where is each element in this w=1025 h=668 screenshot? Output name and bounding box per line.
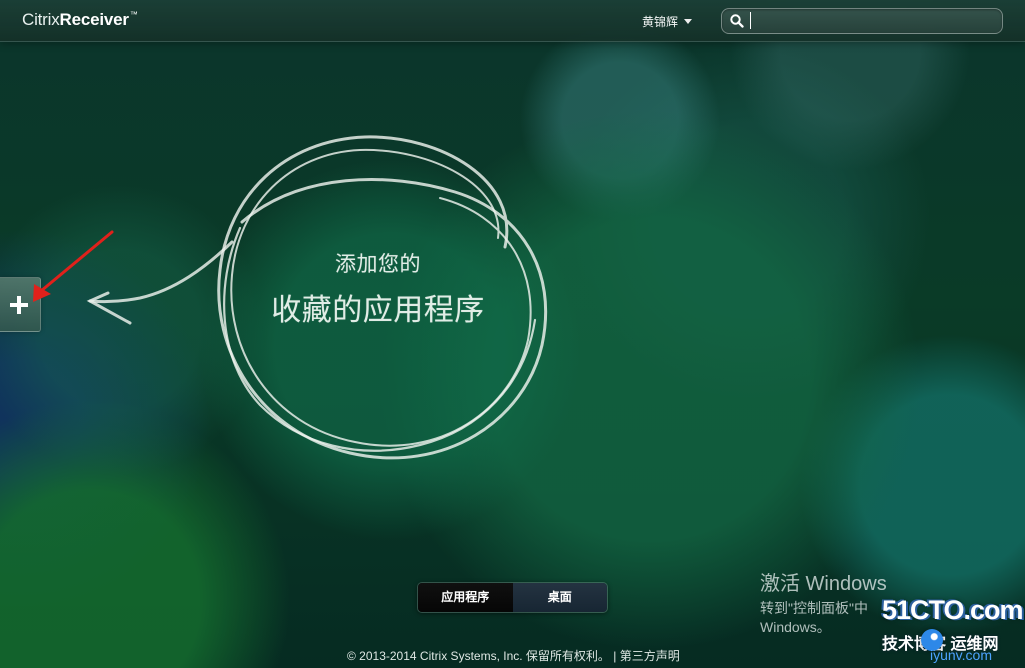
footer-separator: | [613, 649, 617, 663]
brand-citrix: Citrix [22, 10, 60, 29]
plus-icon [10, 296, 28, 314]
chevron-down-icon [684, 19, 693, 24]
watermark-main: 51CTO.com [882, 595, 1024, 625]
user-name: 黄锦辉 [642, 15, 679, 29]
site-watermark: 51CTO.com 技术博客 运维网 iyunv.com [882, 595, 1024, 665]
activation-line-2: 转到"控制面板"中 [760, 600, 868, 616]
app-logo: CitrixReceiver™ [22, 10, 138, 30]
brand-receiver: Receiver [59, 10, 129, 29]
windows-activation-notice: 激活 Windows 转到"控制面板"中 Windows。 [760, 573, 887, 636]
footer: © 2013-2014 Citrix Systems, Inc. 保留所有权利。… [347, 647, 680, 664]
tab-apps[interactable]: 应用程序 [418, 583, 513, 612]
brand-trademark: ™ [129, 10, 138, 19]
search-icon [730, 14, 744, 28]
chalk-drawing [33, 135, 548, 460]
activation-title: 激活 Windows [760, 573, 887, 595]
chalk-arrow [86, 240, 234, 325]
watermark-site: iyunv.com [930, 647, 992, 663]
search-input[interactable] [750, 12, 993, 29]
header-bar: CitrixReceiver™ 黄锦辉 [0, 0, 1025, 42]
red-arrow-icon [33, 230, 114, 302]
tab-desktops[interactable]: 桌面 [512, 583, 607, 612]
view-switcher: 应用程序 桌面 [417, 582, 608, 613]
activation-line-3: Windows。 [760, 619, 831, 636]
hint-line-2: 收藏的应用程序 [271, 293, 485, 328]
empty-favorites-hint: 添加您的 收藏的应用程序 [250, 248, 506, 329]
copyright-text: © 2013-2014 Citrix Systems, Inc. 保留所有权利。 [347, 649, 610, 663]
search-box[interactable] [721, 8, 1003, 34]
user-menu[interactable]: 黄锦辉 [642, 13, 693, 30]
third-party-notices-link[interactable]: 第三方声明 [620, 649, 680, 663]
hint-line-1: 添加您的 [335, 252, 421, 276]
add-favorites-button[interactable] [0, 277, 41, 332]
